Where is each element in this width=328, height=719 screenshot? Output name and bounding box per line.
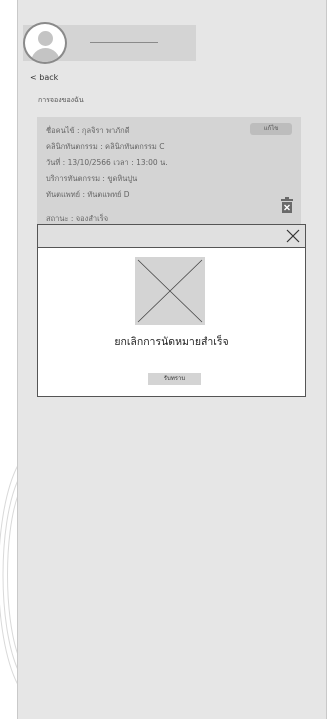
- patient-name: ชื่อคนไข้ : กุลจิรา พาภักดี: [46, 126, 130, 135]
- page-title: การจองของฉัน: [38, 96, 84, 104]
- avatar-head: [38, 31, 53, 46]
- image-placeholder-icon: [135, 257, 205, 325]
- appointment-datetime: วันที่ : 13/10/2566 เวลา : 13:00 น.: [46, 158, 168, 167]
- back-link[interactable]: < back: [30, 73, 58, 82]
- dentist-name: ทันตแพทย์ : ทันตแพทย์ D: [46, 190, 130, 199]
- dialog-message: ยกเลิกการนัดหมายสำเร็จ: [114, 336, 229, 348]
- close-icon[interactable]: [286, 229, 300, 243]
- trash-icon[interactable]: [281, 197, 293, 213]
- profile-name-placeholder: [90, 42, 158, 43]
- acknowledge-button[interactable]: รับทราบ: [148, 373, 201, 385]
- watermark-arcs: [0, 464, 18, 686]
- dialog-header: [38, 225, 305, 248]
- service-type: บริการทันตกรรม : ขูดหินปูน: [46, 174, 138, 183]
- avatar-shoulders: [31, 48, 60, 62]
- avatar[interactable]: [23, 22, 67, 64]
- edit-button[interactable]: แก้ไข: [250, 123, 292, 135]
- cancel-success-dialog: ยกเลิกการนัดหมายสำเร็จ รับทราบ: [37, 224, 306, 397]
- clinic-name: คลินิกทันตกรรม : คลินิกทันตกรรม C: [46, 142, 165, 151]
